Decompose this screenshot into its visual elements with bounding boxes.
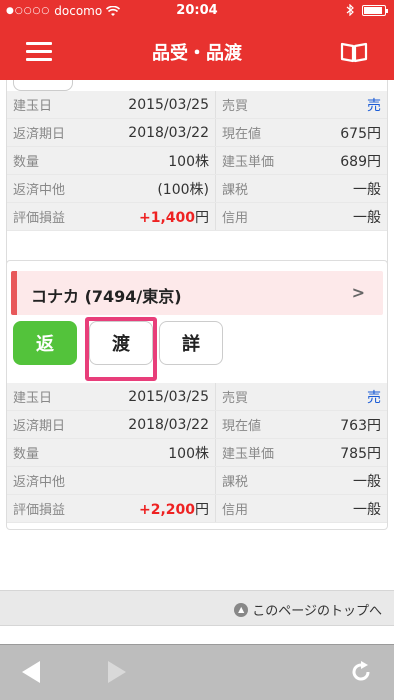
stock-header-link[interactable]: コナカ (7494/東京) > bbox=[11, 271, 383, 315]
label-quantity: 数量 bbox=[13, 155, 40, 170]
detail-row: 評価損益 +2,200円 信用 一般 bbox=[7, 495, 387, 523]
detail-button[interactable]: 詳 bbox=[159, 321, 223, 365]
back-to-top-label: このページのトップへ bbox=[252, 604, 382, 619]
label-current-price: 現在値 bbox=[222, 127, 262, 142]
detail-row: 返済中他 (100株) 課税 一般 bbox=[7, 175, 387, 203]
label-tax: 課税 bbox=[222, 475, 249, 490]
value-tax: 一般 bbox=[353, 473, 381, 490]
value-pending: (100株) bbox=[157, 181, 209, 198]
deliver-button[interactable]: 渡 bbox=[89, 321, 153, 365]
browser-toolbar bbox=[0, 644, 394, 700]
page-title: 品受・品渡 bbox=[152, 43, 242, 64]
label-due-date: 返済期日 bbox=[13, 419, 66, 434]
nav-bar: 品受・品渡 bbox=[0, 22, 394, 80]
status-bar: ●○○○○ docomo 20:04 bbox=[0, 0, 394, 22]
detail-row: 評価損益 +1,400円 信用 一般 bbox=[7, 203, 387, 231]
value-trade-type: 売 bbox=[367, 97, 381, 114]
value-margin: 一般 bbox=[353, 501, 381, 518]
label-unit-price: 建玉単価 bbox=[222, 155, 275, 170]
clock: 20:04 bbox=[176, 3, 218, 18]
value-unit-price: 689円 bbox=[340, 153, 381, 170]
label-unit-price: 建玉単価 bbox=[222, 447, 275, 462]
label-due-date: 返済期日 bbox=[13, 127, 66, 142]
label-trade-type: 売買 bbox=[222, 99, 249, 114]
value-pnl: +1,400 bbox=[138, 209, 195, 226]
position-card: コナカ (7494/東京) > 返 渡 詳 建玉日 2015/03/25 売買 売 … bbox=[6, 260, 388, 530]
label-trade-type: 売買 bbox=[222, 391, 249, 406]
bluetooth-icon bbox=[346, 4, 354, 16]
value-current-price: 763円 bbox=[340, 417, 381, 434]
chevron-right-icon: > bbox=[351, 283, 365, 302]
value-trade-type: 売 bbox=[367, 389, 381, 406]
value-pnl: +2,200 bbox=[138, 501, 195, 518]
label-open-date: 建玉日 bbox=[13, 391, 53, 406]
detail-row: 返済期日 2018/03/22 現在値 675円 bbox=[7, 119, 387, 147]
stock-name: コナカ (7494/東京) bbox=[31, 287, 182, 306]
label-margin: 信用 bbox=[222, 211, 249, 226]
battery-icon bbox=[362, 4, 388, 16]
label-pending: 返済中他 bbox=[13, 475, 66, 490]
value-quantity: 100株 bbox=[168, 445, 209, 462]
detail-row: 返済期日 2018/03/22 現在値 763円 bbox=[7, 411, 387, 439]
detail-row: 建玉日 2015/03/25 売買 売 bbox=[7, 383, 387, 411]
forward-arrow-icon[interactable] bbox=[108, 661, 126, 683]
value-unit-price: 785円 bbox=[340, 445, 381, 462]
position-list[interactable]: 建玉日 2015/03/25 売買売 返済期日 2018/03/22 現在値 675円… bbox=[0, 80, 394, 590]
action-button-partial[interactable] bbox=[13, 80, 73, 91]
label-tax: 課税 bbox=[222, 183, 249, 198]
label-open-date: 建玉日 bbox=[13, 99, 53, 114]
detail-row: 数量 100株 建玉単価 785円 bbox=[7, 439, 387, 467]
value-margin: 一般 bbox=[353, 209, 381, 226]
value-due-date: 2018/03/22 bbox=[128, 416, 209, 433]
spacer bbox=[0, 626, 394, 644]
value-tax: 一般 bbox=[353, 181, 381, 198]
value-quantity: 100株 bbox=[168, 153, 209, 170]
label-current-price: 現在値 bbox=[222, 419, 262, 434]
arrow-up-icon: ▲ bbox=[234, 602, 249, 617]
page-top-bar: ▲ このページのトップへ bbox=[0, 590, 394, 626]
label-pnl: 評価損益 bbox=[13, 211, 66, 226]
back-arrow-icon[interactable] bbox=[22, 661, 40, 683]
value-open-date: 2015/03/25 bbox=[128, 388, 209, 405]
value-open-date: 2015/03/25 bbox=[128, 96, 209, 113]
value-pnl-unit: 円 bbox=[195, 501, 209, 518]
position-details: 建玉日 2015/03/25 売買 売 返済期日 2018/03/22 現在値 763円… bbox=[7, 383, 387, 523]
detail-row: 返済中他 課税 一般 bbox=[7, 467, 387, 495]
reload-icon[interactable] bbox=[348, 659, 374, 685]
label-pending: 返済中他 bbox=[13, 183, 66, 198]
value-pnl-unit: 円 bbox=[195, 209, 209, 226]
label-quantity: 数量 bbox=[13, 447, 40, 462]
position-details: 建玉日 2015/03/25 売買 売 返済期日 2018/03/22 現在値 675円… bbox=[7, 91, 387, 231]
value-current-price: 675円 bbox=[340, 125, 381, 142]
detail-row: 数量 100株 建玉単価 689円 bbox=[7, 147, 387, 175]
value-due-date: 2018/03/22 bbox=[128, 124, 209, 141]
label-pnl: 評価損益 bbox=[13, 503, 66, 518]
label-margin: 信用 bbox=[222, 503, 249, 518]
back-to-top-link[interactable]: ▲ このページのトップへ bbox=[234, 600, 382, 619]
detail-row: 建玉日 2015/03/25 売買 売 bbox=[7, 91, 387, 119]
book-icon[interactable] bbox=[340, 41, 368, 63]
return-button[interactable]: 返 bbox=[13, 321, 77, 365]
